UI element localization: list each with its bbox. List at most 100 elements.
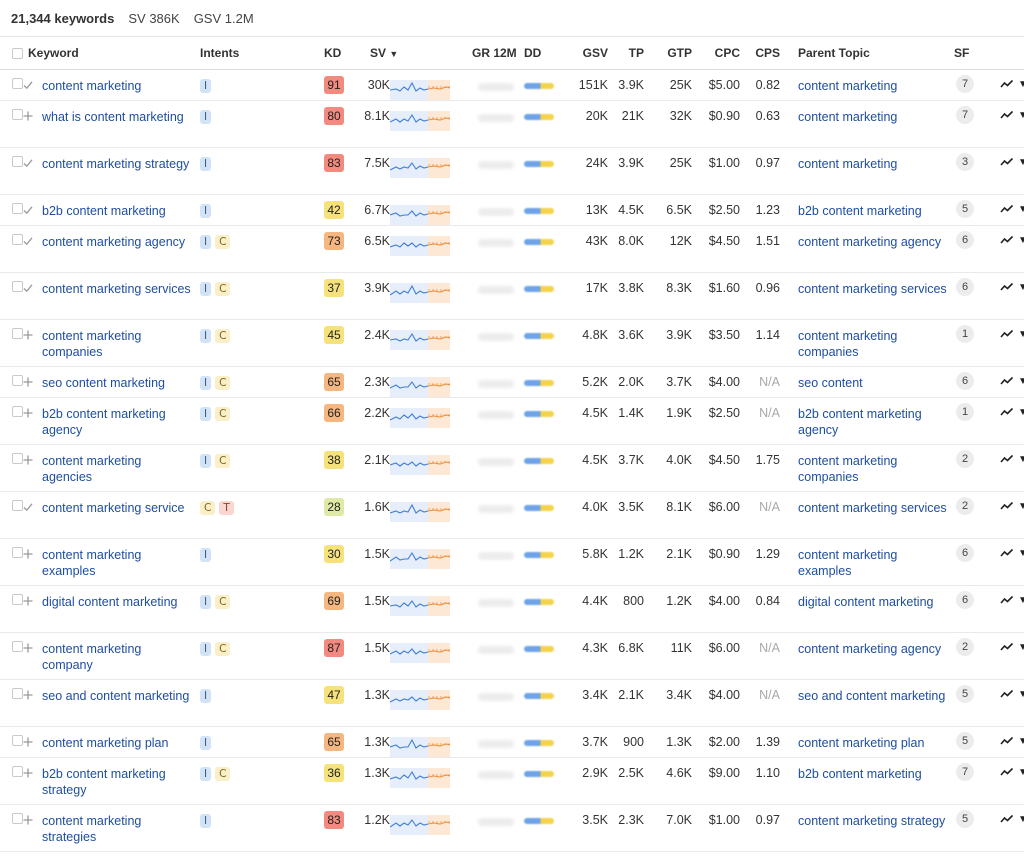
parent-topic-link[interactable]: content marketing services xyxy=(798,500,954,516)
trend-menu-button[interactable]: ▼ xyxy=(1000,376,1024,387)
trend-menu-button[interactable]: ▼ xyxy=(1000,767,1024,778)
add-keyword-icon[interactable] xyxy=(22,407,34,438)
added-check-icon[interactable] xyxy=(22,204,34,219)
serp-features-count[interactable]: 5 xyxy=(956,685,974,703)
col-cpc[interactable]: CPC xyxy=(700,36,748,70)
serp-features-count[interactable]: 5 xyxy=(956,810,974,828)
table-row[interactable]: content marketing examples I 30 1.5K 5.8… xyxy=(0,538,1024,586)
col-cps[interactable]: CPS xyxy=(748,36,788,70)
serp-features-count[interactable]: 5 xyxy=(956,200,974,218)
col-gtp[interactable]: GTP xyxy=(652,36,700,70)
table-row[interactable]: b2b content marketing I 42 6.7K 13K 4.5K… xyxy=(0,194,1024,226)
table-row[interactable]: what is content marketing I 80 8.1K 20K … xyxy=(0,100,1024,148)
table-row[interactable]: seo and content marketing I 47 1.3K 3.4K… xyxy=(0,679,1024,727)
trend-menu-button[interactable]: ▼ xyxy=(1000,204,1024,215)
serp-features-count[interactable]: 5 xyxy=(956,732,974,750)
add-keyword-icon[interactable] xyxy=(22,642,34,673)
serp-features-count[interactable]: 3 xyxy=(956,153,974,171)
col-sf[interactable]: SF xyxy=(954,36,986,70)
add-keyword-icon[interactable] xyxy=(22,548,34,579)
parent-topic-link[interactable]: content marketing plan xyxy=(798,735,954,751)
keyword-link[interactable]: b2b content marketing agency xyxy=(42,406,200,438)
serp-features-count[interactable]: 7 xyxy=(956,106,974,124)
parent-topic-link[interactable]: seo content xyxy=(798,375,954,391)
add-keyword-icon[interactable] xyxy=(22,376,34,391)
table-row[interactable]: b2b content marketing strategy IC 36 1.3… xyxy=(0,757,1024,805)
table-row[interactable]: seo content marketing IC 65 2.3K 5.2K 2.… xyxy=(0,366,1024,398)
serp-features-count[interactable]: 1 xyxy=(956,325,974,343)
keyword-link[interactable]: content marketing service xyxy=(42,500,192,516)
col-parent-topic[interactable]: Parent Topic xyxy=(788,36,954,70)
keyword-link[interactable]: seo content marketing xyxy=(42,375,173,391)
parent-topic-link[interactable]: content marketing companies xyxy=(798,453,954,485)
trend-menu-button[interactable]: ▼ xyxy=(1000,814,1024,825)
keyword-link[interactable]: content marketing plan xyxy=(42,735,176,751)
keyword-link[interactable]: content marketing strategy xyxy=(42,156,197,172)
serp-features-count[interactable]: 2 xyxy=(956,638,974,656)
serp-features-count[interactable]: 6 xyxy=(956,231,974,249)
table-row[interactable]: content marketing agency IC 73 6.5K 43K … xyxy=(0,225,1024,273)
table-row[interactable]: content marketing company IC 87 1.5K 4.3… xyxy=(0,632,1024,680)
added-check-icon[interactable] xyxy=(22,501,34,516)
keyword-link[interactable]: b2b content marketing strategy xyxy=(42,766,200,798)
col-tp[interactable]: TP xyxy=(616,36,652,70)
table-row[interactable]: content marketing companies IC 45 2.4K 4… xyxy=(0,319,1024,367)
col-sv[interactable]: SV ▼ xyxy=(360,36,464,70)
trend-menu-button[interactable]: ▼ xyxy=(1000,329,1024,340)
serp-features-count[interactable]: 1 xyxy=(956,403,974,421)
table-row[interactable]: content marketing agencies IC 38 2.1K 4.… xyxy=(0,444,1024,492)
keyword-link[interactable]: content marketing agencies xyxy=(42,453,200,485)
parent-topic-link[interactable]: content marketing companies xyxy=(798,328,954,360)
trend-menu-button[interactable]: ▼ xyxy=(1000,736,1024,747)
add-keyword-icon[interactable] xyxy=(22,689,34,704)
table-row[interactable]: content marketing plan I 65 1.3K 3.7K 90… xyxy=(0,726,1024,758)
add-keyword-icon[interactable] xyxy=(22,736,34,751)
trend-menu-button[interactable]: ▼ xyxy=(1000,110,1024,121)
parent-topic-link[interactable]: content marketing agency xyxy=(798,641,954,657)
keyword-link[interactable]: content marketing agency xyxy=(42,234,193,250)
trend-menu-button[interactable]: ▼ xyxy=(1000,548,1024,559)
table-row[interactable]: digital content marketing IC 69 1.5K 4.4… xyxy=(0,585,1024,633)
keyword-link[interactable]: what is content marketing xyxy=(42,109,192,125)
keyword-link[interactable]: content marketing companies xyxy=(42,328,200,360)
add-keyword-icon[interactable] xyxy=(22,814,34,845)
parent-topic-link[interactable]: seo and content marketing xyxy=(798,688,954,704)
add-keyword-icon[interactable] xyxy=(22,110,34,125)
parent-topic-link[interactable]: content marketing xyxy=(798,156,954,172)
trend-menu-button[interactable]: ▼ xyxy=(1000,157,1024,168)
serp-features-count[interactable]: 7 xyxy=(956,763,974,781)
col-kd[interactable]: KD xyxy=(324,36,360,70)
trend-menu-button[interactable]: ▼ xyxy=(1000,501,1024,512)
added-check-icon[interactable] xyxy=(22,79,34,94)
table-row[interactable]: content marketing strategies I 83 1.2K 3… xyxy=(0,804,1024,852)
keyword-link[interactable]: content marketing xyxy=(42,78,149,94)
serp-features-count[interactable]: 6 xyxy=(956,591,974,609)
col-gr[interactable]: GR 12M xyxy=(464,36,524,70)
table-row[interactable]: content marketing services IC 37 3.9K 17… xyxy=(0,272,1024,320)
trend-menu-button[interactable]: ▼ xyxy=(1000,642,1024,653)
serp-features-count[interactable]: 2 xyxy=(956,497,974,515)
trend-menu-button[interactable]: ▼ xyxy=(1000,595,1024,606)
serp-features-count[interactable]: 6 xyxy=(956,372,974,390)
trend-menu-button[interactable]: ▼ xyxy=(1000,454,1024,465)
serp-features-count[interactable]: 7 xyxy=(956,75,974,93)
parent-topic-link[interactable]: content marketing strategy xyxy=(798,813,954,829)
table-row[interactable]: content marketing service CT 28 1.6K 4.0… xyxy=(0,491,1024,539)
trend-menu-button[interactable]: ▼ xyxy=(1000,282,1024,293)
trend-menu-button[interactable]: ▼ xyxy=(1000,79,1024,90)
keyword-link[interactable]: content marketing company xyxy=(42,641,200,673)
trend-menu-button[interactable]: ▼ xyxy=(1000,689,1024,700)
add-keyword-icon[interactable] xyxy=(22,595,34,610)
col-intents[interactable]: Intents xyxy=(200,36,324,70)
trend-menu-button[interactable]: ▼ xyxy=(1000,235,1024,246)
parent-topic-link[interactable]: b2b content marketing xyxy=(798,766,954,782)
select-all-checkbox[interactable] xyxy=(12,48,23,60)
parent-topic-link[interactable]: content marketing services xyxy=(798,281,954,297)
table-row[interactable]: content marketing I 91 30K 151K 3.9K 25K… xyxy=(0,69,1024,101)
add-keyword-icon[interactable] xyxy=(22,454,34,485)
col-keyword[interactable]: Keyword xyxy=(28,36,200,70)
keyword-link[interactable]: content marketing examples xyxy=(42,547,200,579)
parent-topic-link[interactable]: digital content marketing xyxy=(798,594,954,610)
parent-topic-link[interactable]: content marketing agency xyxy=(798,234,954,250)
keyword-link[interactable]: digital content marketing xyxy=(42,594,186,610)
